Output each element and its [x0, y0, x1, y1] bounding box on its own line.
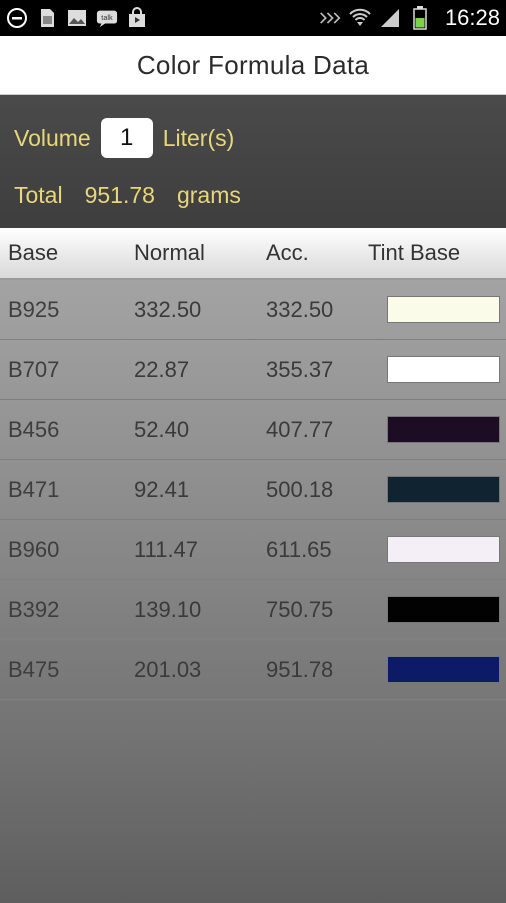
- shop-icon: [126, 7, 148, 29]
- acc-cell: 611.65: [266, 536, 332, 562]
- table-row[interactable]: B707 22.87 355.37: [0, 340, 506, 400]
- total-label: Total: [14, 181, 63, 208]
- column-header-base: Base: [8, 240, 59, 265]
- table-row[interactable]: B925 332.50 332.50: [0, 280, 506, 340]
- acc-cell: 500.18: [266, 476, 334, 502]
- table-row[interactable]: B960 111.47 611.65: [0, 520, 506, 580]
- volume-label: Volume: [14, 124, 91, 151]
- table-header: Base Normal Acc. Tint Base: [0, 228, 506, 280]
- acc-cell: 332.50: [266, 296, 334, 322]
- acc-cell: 750.75: [266, 596, 334, 622]
- minus-circle-icon: [6, 7, 28, 29]
- page-title: Color Formula Data: [136, 49, 370, 80]
- column-header-acc: Acc.: [266, 240, 309, 265]
- tint-color-swatch: [387, 356, 500, 383]
- volume-row: Volume 1 Liter(s): [14, 117, 492, 159]
- talk-icon: talk: [96, 7, 118, 29]
- total-row: Total 951.78 grams: [14, 175, 492, 215]
- image-icon: [66, 7, 88, 29]
- table-row[interactable]: B475 201.03 951.78: [0, 640, 506, 700]
- normal-cell: 332.50: [134, 296, 202, 322]
- clock: 16:28: [444, 5, 500, 30]
- acc-cell: 407.77: [266, 416, 334, 442]
- svg-text:talk: talk: [101, 13, 113, 22]
- total-value: 951.78: [84, 181, 155, 208]
- tint-color-swatch: [387, 596, 500, 623]
- sd-card-icon: [36, 7, 58, 29]
- status-bar-left: talk: [6, 7, 148, 29]
- tint-base-cell: [364, 356, 506, 383]
- normal-cell: 111.47: [134, 536, 199, 562]
- total-unit: grams: [176, 181, 241, 208]
- base-cell: B475: [8, 656, 60, 682]
- acc-cell: 355.37: [266, 356, 334, 382]
- tint-base-cell: [364, 476, 506, 503]
- normal-cell: 52.40: [134, 416, 190, 442]
- acc-cell: 951.78: [266, 656, 334, 682]
- volume-unit: Liter(s): [162, 124, 235, 151]
- title-bar: Color Formula Data: [0, 36, 506, 95]
- base-cell: B925: [8, 296, 60, 322]
- base-cell: B456: [8, 416, 60, 442]
- tint-color-swatch: [387, 416, 500, 443]
- formula-summary-panel: Volume 1 Liter(s) Total 951.78 grams: [0, 95, 506, 228]
- column-header-normal: Normal: [134, 240, 205, 265]
- tint-base-cell: [364, 416, 506, 443]
- normal-cell: 92.41: [134, 476, 190, 502]
- tint-base-cell: [364, 536, 506, 563]
- table-row[interactable]: B392 139.10 750.75: [0, 580, 506, 640]
- base-cell: B960: [8, 536, 60, 562]
- tint-color-swatch: [387, 536, 500, 563]
- tint-base-cell: [364, 596, 506, 623]
- table-row[interactable]: B456 52.40 407.77: [0, 400, 506, 460]
- column-header-tint-base: Tint Base: [368, 240, 461, 265]
- volume-input[interactable]: 1: [100, 118, 153, 158]
- formula-table: B925 332.50 332.50 B707 22.87 355.37 B45…: [0, 280, 506, 903]
- wifi-icon: [349, 7, 371, 29]
- status-bar: talk 16:28: [0, 0, 506, 36]
- tint-base-cell: [364, 296, 506, 323]
- status-bar-right: 16:28: [319, 5, 500, 31]
- cell-signal-icon: [379, 7, 401, 29]
- table-row[interactable]: B471 92.41 500.18: [0, 460, 506, 520]
- normal-cell: 139.10: [134, 596, 202, 622]
- tint-color-swatch: [387, 296, 500, 323]
- normal-cell: 201.03: [134, 656, 202, 682]
- signal-mute-icon: [319, 7, 341, 29]
- normal-cell: 22.87: [134, 356, 190, 382]
- tint-color-swatch: [387, 656, 500, 683]
- base-cell: B392: [8, 596, 60, 622]
- base-cell: B707: [8, 356, 60, 382]
- tint-color-swatch: [387, 476, 500, 503]
- base-cell: B471: [8, 476, 60, 502]
- battery-icon: [409, 6, 431, 30]
- tint-base-cell: [364, 656, 506, 683]
